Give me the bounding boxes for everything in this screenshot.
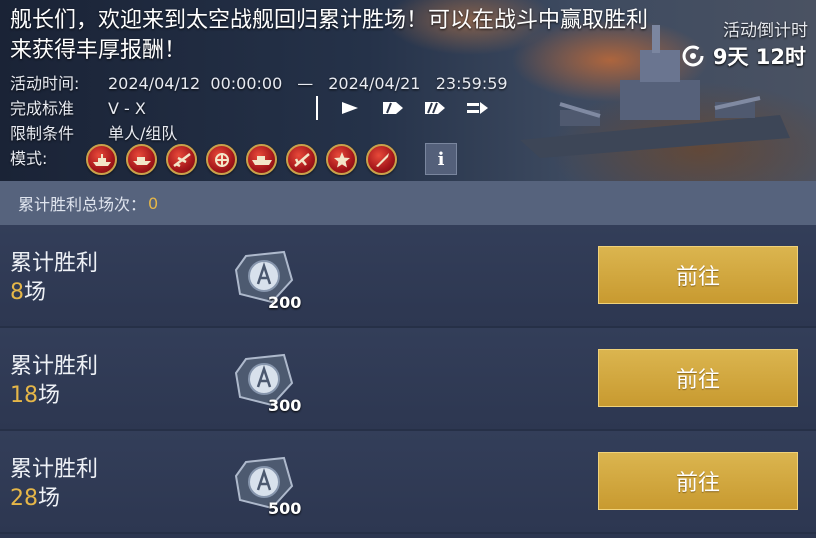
go-button[interactable]: 前往 xyxy=(598,349,798,407)
reward-requirement: 28场 xyxy=(10,480,60,512)
go-button[interactable]: 前往 xyxy=(598,452,798,510)
time-start: 2024/04/12 00:00:00 xyxy=(108,74,283,93)
missile-mode-icon[interactable] xyxy=(366,144,397,175)
reward-row: 累计胜利 8场 200 前往 xyxy=(0,225,816,328)
reward-row: 累计胜利 18场 300 前往 xyxy=(0,328,816,431)
destroyer-mode-icon[interactable] xyxy=(126,144,157,175)
event-headline: 舰长们，欢迎来到太空战舰回归累计胜场！可以在战斗中赢取胜利来获得丰厚报酬！ xyxy=(10,8,649,63)
cruiser-mode-icon[interactable] xyxy=(286,144,317,175)
reward-title: 累计胜利 xyxy=(10,251,99,276)
carrier-mode-icon[interactable] xyxy=(246,144,277,175)
time-separator: — xyxy=(297,74,314,93)
reward-amount: 200 xyxy=(268,293,302,312)
countdown-label: 活动倒计时 xyxy=(723,21,808,41)
timer-icon xyxy=(682,45,704,67)
submarine-mode-icon[interactable] xyxy=(206,144,237,175)
play-icon[interactable] xyxy=(340,100,364,116)
win-count: 28 xyxy=(10,486,38,511)
reward-requirement: 18场 xyxy=(10,377,60,409)
aircraft-mode-icon[interactable] xyxy=(166,144,197,175)
divider xyxy=(316,96,318,120)
time-row: 活动时间: 2024/04/12 00:00:00 — 2024/04/21 2… xyxy=(10,71,508,96)
reward-title: 累计胜利 xyxy=(10,354,99,379)
time-key: 活动时间: xyxy=(10,74,80,93)
go-button[interactable]: 前往 xyxy=(598,246,798,304)
standard-key: 完成标准 xyxy=(10,99,75,118)
playback-controls xyxy=(316,95,508,121)
win-count: 18 xyxy=(10,383,38,408)
time-end: 2024/04/21 23:59:59 xyxy=(328,74,508,93)
countdown-timer: 9天 12时 xyxy=(681,41,806,71)
win-unit: 场 xyxy=(24,280,47,305)
countdown-value: 9天 12时 xyxy=(712,45,806,69)
reward-amount: 300 xyxy=(268,396,302,415)
time-range: 2024/04/12 00:00:00 — 2024/04/21 23:59:5… xyxy=(108,71,508,96)
standard-value: V - X xyxy=(108,99,146,118)
win-count: 8 xyxy=(10,280,24,305)
speed-3-icon[interactable] xyxy=(466,100,490,116)
reward-title: 累计胜利 xyxy=(10,457,99,482)
total-wins-value: 0 xyxy=(148,193,159,213)
win-unit: 场 xyxy=(38,383,61,408)
total-wins-label: 累计胜利总场次： xyxy=(18,195,147,214)
limit-value: 单人/组队 xyxy=(108,124,178,143)
limit-key: 限制条件 xyxy=(10,124,75,143)
star-mode-icon[interactable] xyxy=(326,144,357,175)
mode-icons xyxy=(86,144,397,175)
win-unit: 场 xyxy=(38,486,61,511)
battleship-mode-icon[interactable] xyxy=(86,144,117,175)
reward-requirement: 8场 xyxy=(10,274,46,306)
reward-amount: 500 xyxy=(268,499,302,518)
speed-1-icon[interactable] xyxy=(382,100,406,116)
total-wins-bar: 累计胜利总场次： 0 xyxy=(0,181,816,225)
reward-row: 累计胜利 28场 500 前往 xyxy=(0,431,816,534)
info-button[interactable]: i xyxy=(425,143,457,175)
event-banner: 舰长们，欢迎来到太空战舰回归累计胜场！可以在战斗中赢取胜利来获得丰厚报酬！ 活动… xyxy=(0,0,816,181)
speed-2-icon[interactable] xyxy=(424,100,448,116)
reward-list: 累计胜利 8场 200 前往 累计胜利 18场 300 前往 累计胜利 28场 … xyxy=(0,225,816,534)
